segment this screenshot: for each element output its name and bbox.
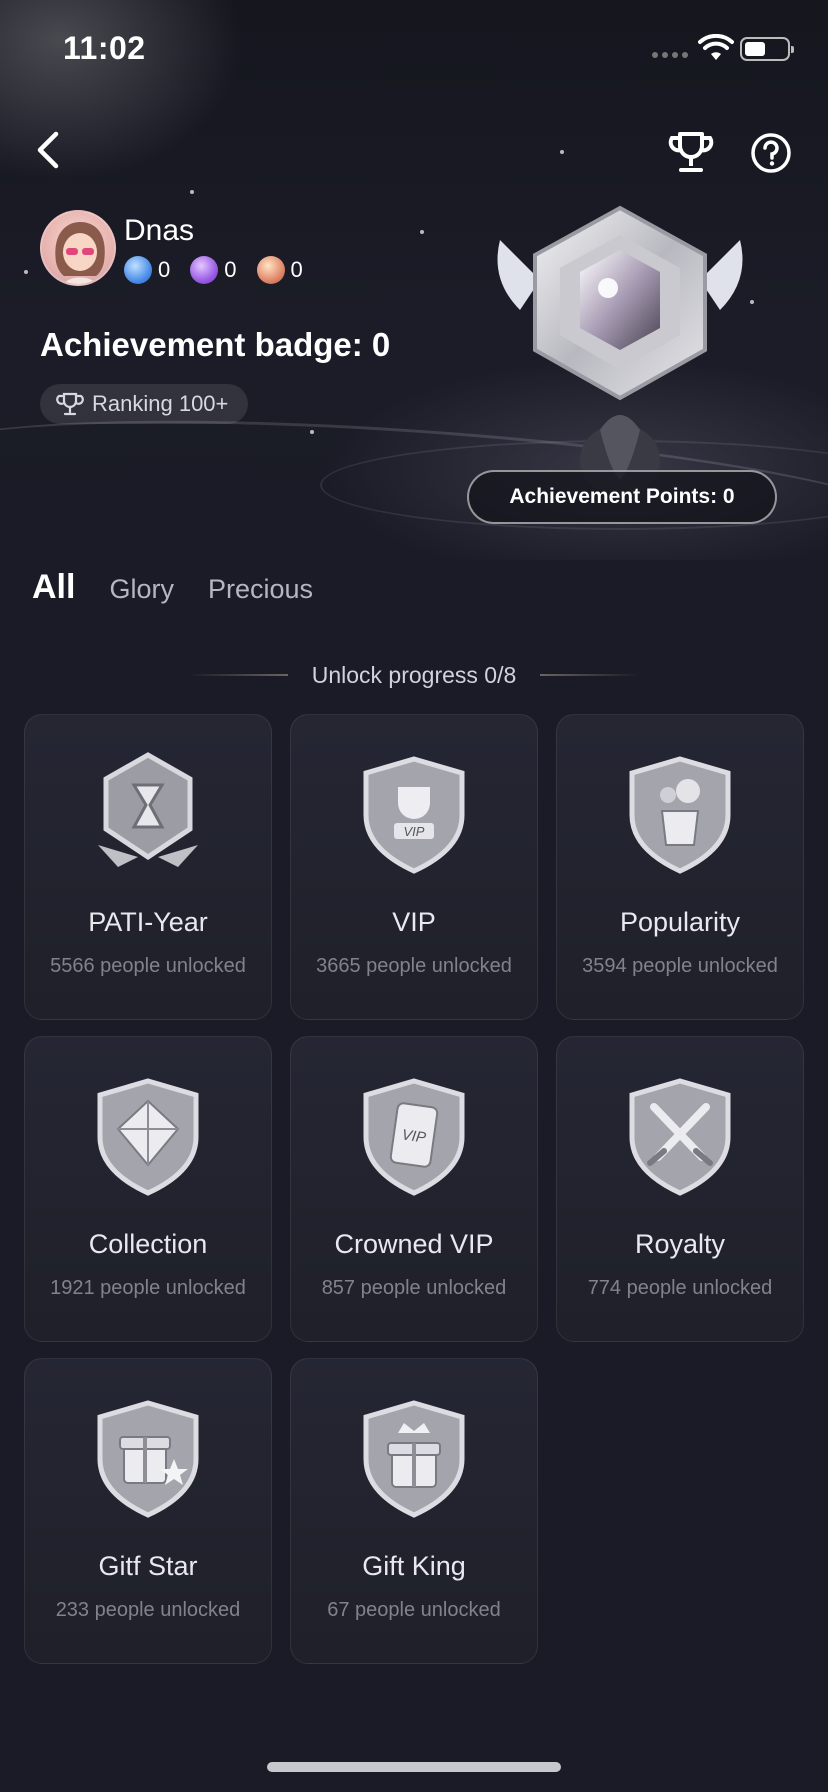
medal-tier-3-icon [256,256,285,284]
trophy-icon [56,392,84,416]
sparkle [750,300,754,304]
badge-unlock-count: 857 people unlocked [321,1277,507,1299]
vip-trophy-badge-icon: VIP [363,756,465,874]
badge-name: Gift King [362,1551,466,1581]
medal-tier-2-icon [190,256,219,284]
ranking-label: Ranking 100+ [92,391,229,416]
status-time: 11:02 [63,30,146,66]
gift-star-badge-icon [97,1400,199,1518]
unlock-progress: Unlock progress 0/8 [0,658,828,692]
sparkle [420,230,424,234]
username: Dnas [124,214,195,247]
badge-unlock-count: 67 people unlocked [327,1599,501,1621]
achievement-trophy-badge-icon [497,205,743,496]
svg-text:VIP: VIP [404,824,425,839]
badge-card-pati-year[interactable]: PATI-Year 5566 people unlocked [24,714,272,1020]
medal-count: 0 [158,257,171,282]
trophy-icon[interactable] [666,128,716,176]
crossed-swords-badge-icon [629,1078,731,1196]
badge-card-royalty[interactable]: Royalty 774 people unlocked [556,1036,804,1342]
badge-name: Collection [88,1229,208,1259]
badge-unlock-count: 1921 people unlocked [50,1277,246,1299]
badge-card-gift-king[interactable]: Gift King 67 people unlocked [290,1358,538,1664]
diamond-badge-icon [97,1078,199,1196]
badge-card-gift-star[interactable]: Gitf Star 233 people unlocked [24,1358,272,1664]
badge-card-collection[interactable]: Collection 1921 people unlocked [24,1036,272,1342]
sparkle [24,270,28,274]
badge-name: Royalty [634,1229,726,1259]
badge-unlock-count: 3665 people unlocked [316,955,512,977]
badge-unlock-count: 233 people unlocked [55,1599,241,1621]
back-arrow-icon[interactable] [28,128,72,172]
badge-name: VIP [392,907,436,937]
gift-king-badge-icon [363,1400,465,1518]
medal-count: 0 [224,257,237,282]
badge-name: Gitf Star [98,1551,198,1581]
tab-glory[interactable]: Glory [109,574,174,605]
badge-unlock-count: 5566 people unlocked [50,955,246,977]
signal-icon [652,52,688,58]
hourglass-badge-icon [98,752,198,867]
badge-unlock-count: 774 people unlocked [587,1277,773,1299]
tab-precious[interactable]: Precious [208,574,313,605]
badge-grid: PATI-Year 5566 people unlocked VIP VIP 3… [24,714,804,1664]
tab-all[interactable]: All [32,568,75,607]
divider [540,674,641,676]
achievement-points: Achievement Points: 0 [467,470,777,524]
status-bar: 11:02 [0,0,828,100]
badge-unlock-count: 3594 people unlocked [582,955,778,977]
badge-name: PATI-Year [88,907,208,937]
sparkle [310,430,314,434]
svg-text:VIP: VIP [401,1126,427,1146]
medal-counts: 0 0 0 [124,256,317,284]
category-tabs: All Glory Precious [32,568,313,607]
sparkle [560,150,564,154]
avatar[interactable] [40,210,116,286]
badge-name: Crowned VIP [334,1229,494,1259]
sparkle [190,190,194,194]
divider [187,674,288,676]
vip-card-badge-icon: VIP [363,1078,465,1196]
home-indicator[interactable] [267,1762,561,1772]
badge-card-vip[interactable]: VIP VIP 3665 people unlocked [290,714,538,1020]
badge-name: Popularity [619,907,741,937]
unlock-progress-label: Unlock progress 0/8 [311,661,517,688]
ranking-pill[interactable]: Ranking 100+ [40,384,249,424]
medal-tier-2: 0 [190,256,237,284]
achievement-badge-count: Achievement badge: 0 [40,326,391,363]
wifi-icon [698,34,734,60]
medal-tier-1: 0 [124,256,170,284]
medal-tier-1-icon [124,256,152,284]
badge-card-crowned-vip[interactable]: VIP Crowned VIP 857 people unlocked [290,1036,538,1342]
help-icon[interactable] [750,132,792,174]
medal-count: 0 [290,257,303,282]
medal-tier-3: 0 [256,256,303,284]
badge-card-popularity[interactable]: Popularity 3594 people unlocked [556,714,804,1020]
flower-vase-badge-icon [629,756,731,874]
battery-icon [740,37,794,61]
